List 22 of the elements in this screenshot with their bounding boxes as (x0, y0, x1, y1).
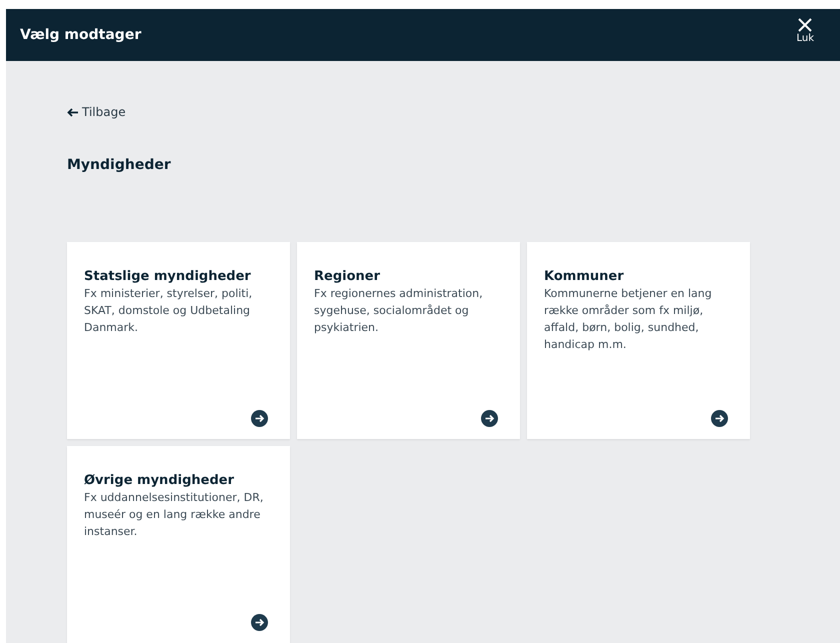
category-card[interactable]: Kommuner Kommunerne betjener en lang række områder som fx miljø, affald, børn, bolig, sundhed, handicap m.m. (527, 242, 750, 439)
category-card[interactable]: Regioner Fx regionernes administration, sygehuse, socialområdet og psykiatrien. (297, 242, 520, 439)
arrow-right-icon (251, 614, 268, 631)
close-button[interactable]: Luk (796, 18, 814, 44)
card-description: Fx uddannelsesinstitutioner, DR, museér og en lang række andre instanser. (84, 490, 264, 540)
arrow-right-icon (711, 410, 728, 427)
window-title: Vælg modtager (20, 27, 142, 43)
card-title: Statslige myndigheder (84, 269, 252, 284)
category-card[interactable]: Øvrige myndigheder Fx uddannelsesinstitutioner, DR, museér og en lang række andre instanser. (67, 446, 290, 643)
back-link[interactable]: Tilbage (67, 105, 840, 119)
arrow-right-icon (481, 410, 498, 427)
card-description: Fx ministerier, styrelser, politi, SKAT, domstole og Udbetaling Danmark. (84, 286, 254, 336)
arrow-left-icon (67, 108, 78, 116)
card-title: Regioner (314, 269, 382, 284)
close-icon (798, 18, 812, 32)
card-description: Kommunerne betjener en lang række områder som fx miljø, affald, børn, bolig, sundhed, handicap m.m. (544, 286, 713, 353)
section-heading: Myndigheder (67, 157, 172, 173)
category-card[interactable]: Statslige myndigheder Fx ministerier, styrelser, politi, SKAT, domstole og Udbetaling Danmark. (67, 242, 290, 439)
card-title: Øvrige myndigheder (84, 473, 235, 488)
arrow-right-icon (251, 410, 268, 427)
card-title: Kommuner (544, 269, 625, 284)
card-description: Fx regionernes administration, sygehuse, socialområdet og psykiatrien. (314, 286, 484, 336)
